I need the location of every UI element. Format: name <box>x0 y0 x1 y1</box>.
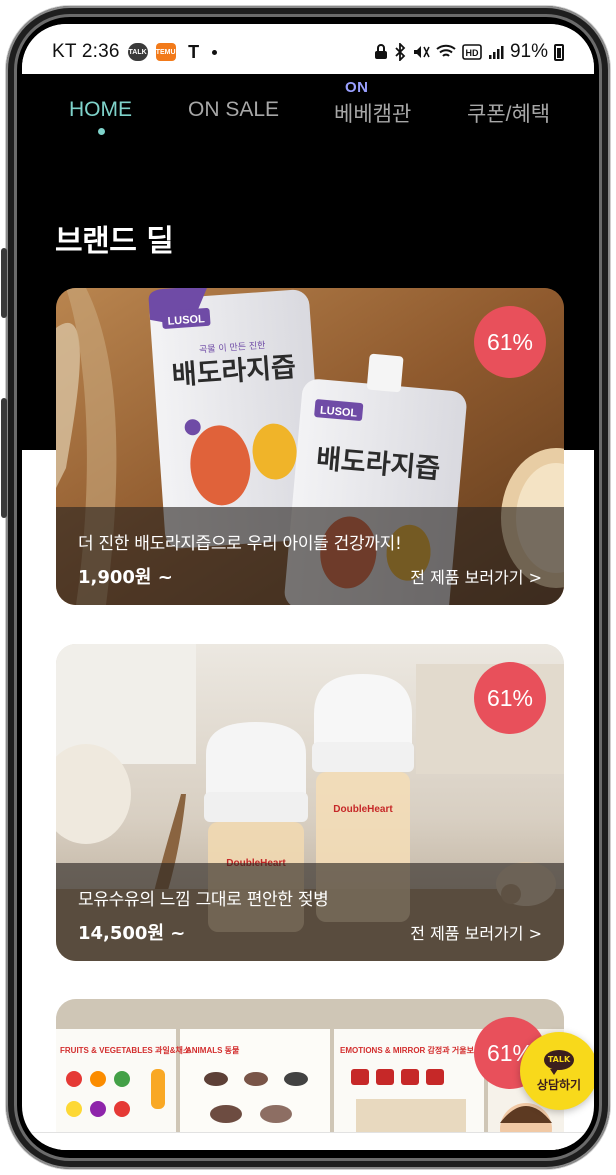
deal-price: 1,900원 ~ <box>78 567 173 588</box>
signal-icon <box>488 44 504 60</box>
bluetooth-icon <box>394 43 406 61</box>
deal-card-lusol[interactable]: LUSOL 곡물 이 만든 진한 배도라지즙 LUSOL 배도라지즙 61% 더… <box>56 288 564 605</box>
svg-text:HD: HD <box>465 48 478 58</box>
deal-price: 14,500원 ~ <box>78 923 186 944</box>
view-all-products-link[interactable]: 전 제품 보러가기 > <box>410 564 542 588</box>
temu-notification-icon: TEMU <box>155 43 176 61</box>
kakao-consult-label: 상담하기 <box>536 1077 582 1092</box>
volume-button <box>1 248 7 318</box>
deal-card-doubleheart[interactable]: DoubleHeart DoubleHeart 61% 모유수유의 느낌 그대로… <box>56 644 564 961</box>
mute-icon <box>412 44 430 60</box>
section-title: 브랜드 딜 <box>55 224 174 259</box>
deal-caption: 더 진한 배도라지즙으로 우리 아이들 건강까지! 1,900원 ~ 전 제품 … <box>56 507 564 605</box>
poster-label-animals: ANIMALS 동물 <box>186 1046 240 1055</box>
active-tab-indicator <box>98 128 105 135</box>
tab-on-sale[interactable]: ON SALE <box>188 98 279 122</box>
tab-bebecam[interactable]: 베베캠관 <box>334 98 411 128</box>
hd-voice-icon: HD <box>462 44 482 60</box>
kakaotalk-icon: TALK <box>544 1049 574 1075</box>
screen: KT 2:36 TALK TEMU T HD 91% HOME ON SALE … <box>22 24 594 1150</box>
deal-caption: 모유수유의 느낌 그대로 편안한 젖병 14,500원 ~ 전 제품 보러가기 … <box>56 863 564 961</box>
bottom-bar <box>22 1132 594 1150</box>
clock: 2:36 <box>81 41 120 62</box>
lock-icon <box>374 44 388 60</box>
deal-description: 더 진한 배도라지즙으로 우리 아이들 건강까지! <box>78 534 402 554</box>
poster-label-emotions: EMOTIONS & MIRROR 감정과 거울보기 <box>340 1045 481 1055</box>
more-notifications-dot-icon <box>211 49 217 55</box>
tab-home[interactable]: HOME <box>69 98 132 122</box>
discount-badge: 61% <box>474 306 546 378</box>
wifi-icon <box>436 44 456 60</box>
poster-label-fruits: FRUITS & VEGETABLES 과일&채소 <box>60 1045 191 1055</box>
tab-coupon-benefits[interactable]: 쿠폰/혜택 <box>467 98 550 128</box>
view-all-products-link[interactable]: 전 제품 보러가기 > <box>410 920 542 944</box>
deal-card-flashcards[interactable]: FRUITS & VEGETABLES 과일&채소 ANIMALS 동물 EMO… <box>56 999 564 1150</box>
power-button <box>1 398 7 518</box>
kakaotalk-notification-icon: TALK <box>127 43 148 61</box>
status-bar: KT 2:36 TALK TEMU T HD 91% <box>22 24 594 74</box>
deal-description: 모유수유의 느낌 그대로 편안한 젖병 <box>78 890 329 910</box>
top-tab-bar: HOME ON SALE ON 베베캠관 쿠폰/혜택 <box>22 74 594 144</box>
bottle-brand-2: DoubleHeart <box>333 804 393 815</box>
battery-icon <box>554 43 564 61</box>
t-app-notification-icon: T <box>188 42 200 62</box>
tab-on-badge: ON <box>345 79 369 96</box>
discount-badge: 61% <box>474 662 546 734</box>
kakao-consult-button[interactable]: TALK 상담하기 <box>520 1032 594 1110</box>
battery-percent: 91% <box>509 41 548 62</box>
carrier-label: KT 2:36 <box>52 41 120 62</box>
